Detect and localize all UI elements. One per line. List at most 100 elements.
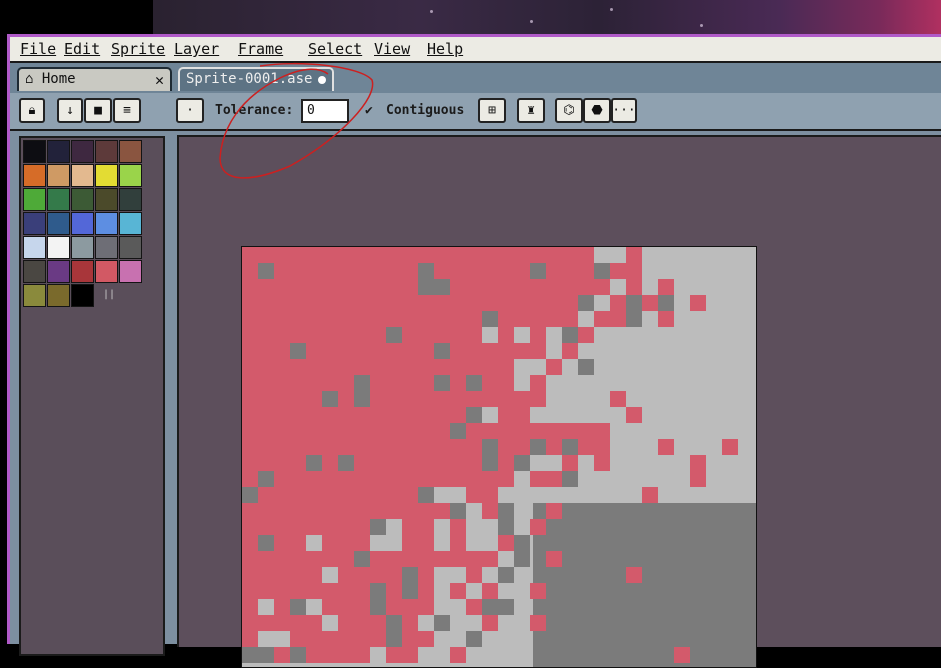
selected-pixel (498, 375, 514, 391)
selected-pixel (338, 535, 354, 551)
palette-swatch[interactable] (23, 284, 46, 307)
selected-pixel (322, 423, 338, 439)
menu-sprite[interactable]: Sprite (111, 40, 165, 58)
arrow-down-button[interactable]: ↓ (57, 98, 83, 123)
brush-type-button[interactable]: · (176, 98, 204, 123)
selected-pixel (242, 343, 258, 359)
palette-swatch[interactable] (23, 236, 46, 259)
palette-swatch[interactable] (71, 284, 94, 307)
palette-swatch[interactable] (71, 140, 94, 163)
palette-swatch[interactable] (119, 188, 142, 211)
palette-swatch[interactable] (119, 260, 142, 283)
menu-frame[interactable]: Frame (238, 40, 283, 58)
palette-swatch[interactable] (71, 188, 94, 211)
palette-swatch[interactable] (71, 164, 94, 187)
palette-swatch[interactable] (119, 236, 142, 259)
selected-pixel (434, 391, 450, 407)
menu-select[interactable]: Select (308, 40, 362, 58)
menu-view[interactable]: View (374, 40, 410, 58)
selected-pixel (514, 423, 530, 439)
tab-sprite[interactable]: Sprite-0001.ase (178, 67, 334, 91)
palette-swatch[interactable] (47, 236, 70, 259)
palette-swatch[interactable] (47, 164, 70, 187)
selected-pixel (482, 247, 498, 263)
palette-panel: || (19, 136, 165, 656)
selected-pixel (290, 471, 306, 487)
selected-pixel (530, 279, 546, 295)
palette-swatch[interactable] (23, 140, 46, 163)
contiguous-label: Contiguous (386, 103, 465, 118)
selected-pixel (402, 423, 418, 439)
palette-swatch[interactable] (119, 212, 142, 235)
symmetry-vertical-button[interactable]: ⌬ (555, 98, 583, 123)
palette-resize-grip[interactable]: || (103, 289, 115, 300)
selected-pixel (418, 455, 434, 471)
palette-swatch[interactable] (95, 260, 118, 283)
palette-swatch[interactable] (119, 140, 142, 163)
palette-swatch[interactable] (95, 212, 118, 235)
palette-menu-button[interactable]: ≡ (113, 98, 141, 123)
checkmark-icon[interactable]: ✔ (365, 103, 373, 118)
palette-swatch[interactable] (95, 188, 118, 211)
lock-button[interactable]: 🔒︎ (19, 98, 45, 123)
tab-home[interactable]: ⌂ Home ✕ (17, 67, 172, 91)
tolerance-input[interactable]: 0 (301, 99, 349, 123)
selected-pixel (482, 423, 498, 439)
selected-pixel (386, 247, 402, 263)
selected-pixel (338, 375, 354, 391)
symmetry-horizontal-icon: ⬣ (591, 103, 603, 118)
selected-pixel (578, 279, 594, 295)
palette-swatch[interactable] (71, 236, 94, 259)
sprite-canvas[interactable] (241, 246, 757, 668)
selected-pixel (674, 647, 690, 663)
palette-swatch[interactable] (23, 212, 46, 235)
menu-file[interactable]: File (20, 40, 56, 58)
selected-pixel (402, 487, 418, 503)
palette-swatch[interactable] (71, 212, 94, 235)
selected-pixel (418, 551, 434, 567)
gray-pixel (498, 567, 514, 583)
gray-pixel (354, 551, 370, 567)
symmetry-horizontal-button[interactable]: ⬣ (583, 98, 611, 123)
palette-swatch[interactable] (47, 212, 70, 235)
selected-pixel (418, 583, 434, 599)
close-icon[interactable]: ✕ (155, 71, 164, 89)
palette-swatch[interactable] (47, 284, 70, 307)
selected-pixel (402, 247, 418, 263)
menu-layer[interactable]: Layer (174, 40, 219, 58)
selected-pixel (290, 247, 306, 263)
palette-swatch[interactable] (47, 188, 70, 211)
palette-swatch[interactable] (23, 188, 46, 211)
selected-pixel (258, 391, 274, 407)
selected-pixel (370, 551, 386, 567)
selected-pixel (482, 343, 498, 359)
sprite-editor[interactable] (177, 135, 941, 668)
palette-swatch[interactable] (95, 140, 118, 163)
gray-pixel (290, 343, 306, 359)
pixel-perfect-button[interactable]: ⊞ (478, 98, 506, 123)
selected-pixel (322, 327, 338, 343)
palette-swatch[interactable] (95, 236, 118, 259)
palette-swatch[interactable] (47, 140, 70, 163)
more-options-button[interactable]: ··· (611, 98, 637, 123)
selected-pixel (242, 263, 258, 279)
menu-help[interactable]: Help (427, 40, 463, 58)
selected-pixel (338, 615, 354, 631)
palette-swatch[interactable] (71, 260, 94, 283)
palette-swatch[interactable] (95, 164, 118, 187)
selected-pixel (386, 647, 402, 663)
square-button[interactable]: ■ (84, 98, 112, 123)
palette-swatch[interactable] (119, 164, 142, 187)
selected-pixel (530, 295, 546, 311)
palette-swatch[interactable] (23, 260, 46, 283)
palette-swatch[interactable] (47, 260, 70, 283)
selected-pixel (386, 391, 402, 407)
selected-pixel (258, 503, 274, 519)
selected-pixel (450, 311, 466, 327)
gray-pixel (498, 503, 514, 519)
ink-button[interactable]: ♜ (517, 98, 545, 123)
palette-swatch[interactable] (23, 164, 46, 187)
menu-edit[interactable]: Edit (64, 40, 100, 58)
selected-pixel (418, 359, 434, 375)
selected-pixel (338, 327, 354, 343)
